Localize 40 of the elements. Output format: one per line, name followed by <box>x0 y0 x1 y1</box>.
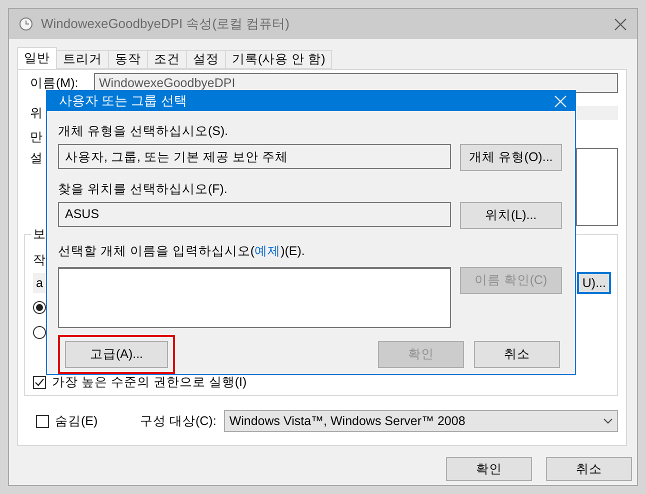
tab[interactable]: 트리거 <box>56 50 109 69</box>
field-label: 설 <box>30 150 44 167</box>
radio-button[interactable] <box>33 326 46 339</box>
checkmark-icon <box>34 376 45 388</box>
dialog-button[interactable]: 확인 <box>446 457 532 481</box>
field-label: 찾을 위치를 선택하십시오(F). <box>58 181 228 198</box>
object-type-button[interactable]: 개체 유형(O)... <box>460 144 562 171</box>
dialog-title: 사용자 또는 그룹 선택 <box>59 92 187 110</box>
clock-icon <box>19 17 33 31</box>
chevron-down-icon <box>603 418 613 424</box>
field-label: 만 <box>30 128 44 146</box>
tab[interactable]: 설정 <box>186 50 226 69</box>
field-label: 이름(M): <box>30 74 80 92</box>
account-field: a <box>33 273 47 293</box>
run-highest-checkbox[interactable]: 가장 높은 수준의 권한으로 실행(I) <box>33 374 247 390</box>
hidden-checkbox[interactable]: 숨김(E) <box>36 412 132 430</box>
dialog-button[interactable]: 취소 <box>546 457 632 481</box>
tab[interactable]: 기록(사용 안 함) <box>225 50 332 69</box>
location-button[interactable]: 위치(L)... <box>460 202 562 229</box>
field-label: 선택할 개체 이름을 입력하십시오(예제)(E). <box>58 243 306 260</box>
tab[interactable]: 일반 <box>17 47 57 69</box>
field-label: 위 <box>30 104 44 122</box>
examples-link[interactable]: 예제 <box>254 244 281 258</box>
field-label: 구성 대상(C): <box>140 412 216 430</box>
field-label: 개체 유형을 선택하십시오(S). <box>58 123 230 140</box>
field-label: 작 <box>33 252 47 268</box>
configure-dropdown[interactable]: Windows Vista™, Windows Server™ 2008 <box>224 410 618 432</box>
object-type-field: 사용자, 그룹, 또는 기본 제공 보안 주체 <box>58 144 451 169</box>
change-user-button[interactable]: U)... <box>577 272 611 294</box>
check-names-button: 이름 확인(C) <box>460 267 562 294</box>
location-field: ASUS <box>58 202 451 227</box>
tab[interactable]: 동작 <box>108 50 148 69</box>
object-names-field[interactable] <box>58 267 451 328</box>
close-icon[interactable] <box>614 18 627 30</box>
window-title: WindowexeGoodbyeDPI 속성(로컬 컴퓨터) <box>41 15 291 33</box>
tab[interactable]: 조건 <box>147 50 187 69</box>
description-field[interactable] <box>576 148 618 226</box>
radio-button[interactable] <box>33 301 46 314</box>
cancel-button[interactable]: 취소 <box>474 341 560 368</box>
advanced-button[interactable]: 고급(A)... <box>65 341 168 368</box>
